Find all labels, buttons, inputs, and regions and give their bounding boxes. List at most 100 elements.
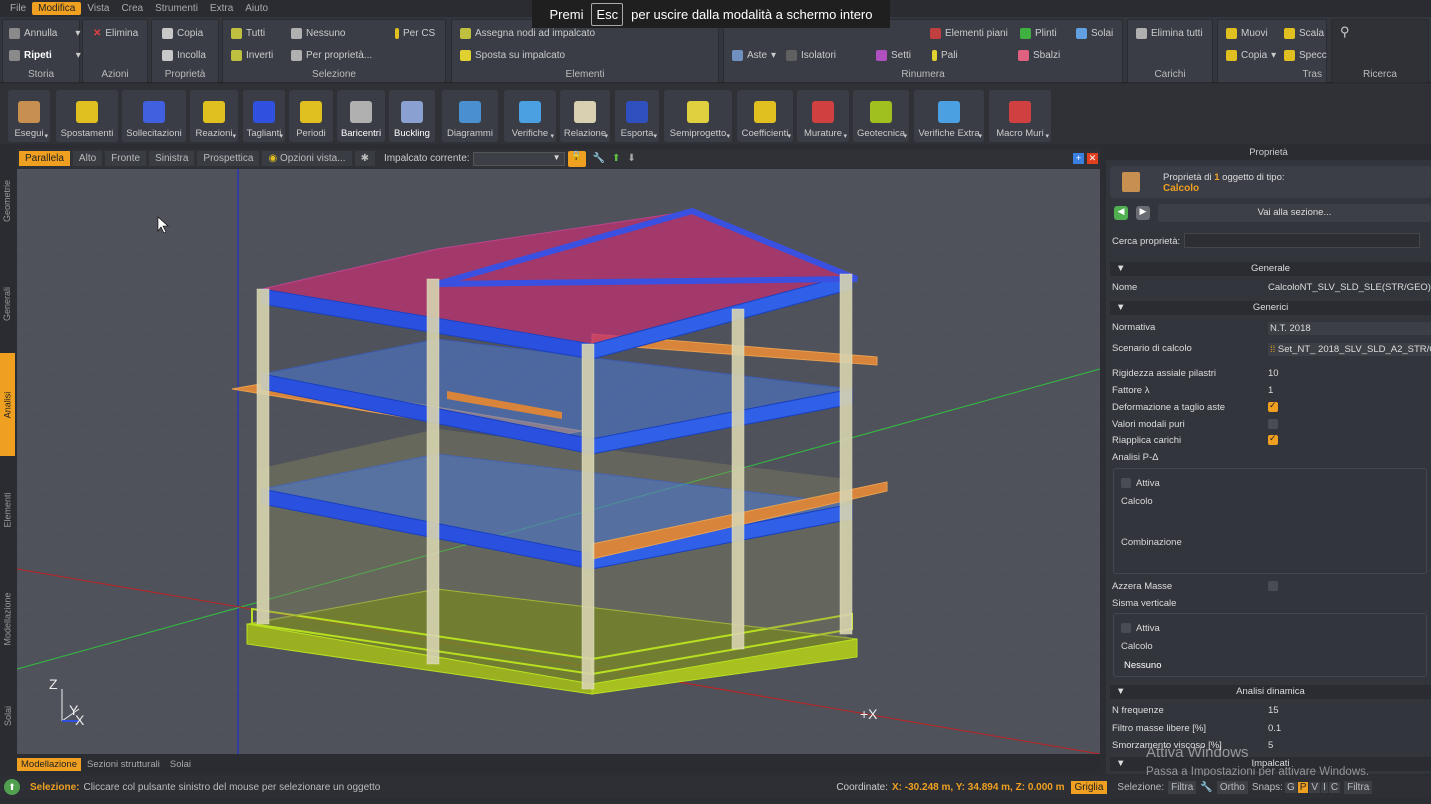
view-alto[interactable]: Alto [72,151,103,166]
filtra-button[interactable]: Filtra [1168,780,1197,794]
diagrammi-button[interactable]: Diagrammi [442,90,498,142]
back-icon[interactable]: ◀ [1114,206,1128,220]
impalcato-select[interactable]: ▼ [472,151,565,166]
menu-file[interactable]: File [4,2,32,15]
solai-button[interactable]: Solai [1076,28,1113,39]
wrench-status-icon[interactable]: 🔧 [1200,782,1212,793]
menu-vista[interactable]: Vista [81,2,115,15]
view-sinistra[interactable]: Sinistra [149,151,195,166]
copia-tras-button[interactable]: Copia ▾ [1226,50,1276,61]
section-generici[interactable]: ▼ Generici [1110,301,1431,315]
murature-button[interactable]: Murature ▾ [797,90,849,142]
incolla-button[interactable]: Incolla [162,50,206,61]
menu-aiuto[interactable]: Aiuto [239,2,274,15]
pdelta-attiva-checkbox[interactable] [1121,478,1131,488]
setti-button[interactable]: Setti [876,50,911,61]
specc-button[interactable]: Specc [1284,50,1327,61]
menu-modifica[interactable]: Modifica [32,2,82,15]
snap-c[interactable]: C [1328,781,1341,793]
macro-muri-button[interactable]: Macro Muri ▾ [989,90,1051,142]
close-view-icon[interactable]: ✕ [1087,153,1098,164]
sisma-attiva-checkbox[interactable] [1121,623,1131,633]
isolatori-button[interactable]: Isolatori [786,50,836,61]
vtab-generali[interactable]: Generali [0,256,15,352]
taglianti-button[interactable]: Taglianti ▾ [243,90,285,142]
aste-button[interactable]: Aste ▾ [732,50,776,61]
btab-modellazione[interactable]: Modellazione [17,757,81,771]
vtab-solai[interactable]: Solai [0,676,15,756]
copia-prop-button[interactable]: Copia [162,28,203,39]
verifiche-button[interactable]: Verifiche ▾ [504,90,556,142]
cerca-input[interactable] [1184,233,1420,248]
reazioni-button[interactable]: Reazioni ▾ [190,90,238,142]
elimina-button[interactable]: ✕ Elimina [93,28,138,39]
view-prospettica[interactable]: Prospettica [197,151,260,166]
snap-p[interactable]: P [1297,781,1309,793]
baricentri-button[interactable]: Baricentri [337,90,385,142]
vai-sezione-button[interactable]: Vai alla sezione... [1158,204,1431,222]
wrench-icon[interactable]: 🔧 [593,153,605,164]
btab-sezioni[interactable]: Sezioni strutturali [83,758,164,771]
azzera-checkbox[interactable] [1268,581,1278,591]
filtra2-button[interactable]: Filtra [1344,780,1373,794]
snap-i[interactable]: I [1321,781,1328,793]
section-generale[interactable]: ▼ Generale [1110,262,1431,276]
perprop-button[interactable]: Per proprietà... [291,50,372,61]
vtab-analisi[interactable]: Analisi [0,353,15,456]
vtab-modellazione[interactable]: Modellazione [0,564,15,674]
elimina-tutti-button[interactable]: Elimina tutti [1136,28,1203,39]
snap-v[interactable]: V [1309,781,1321,793]
elpiani-button[interactable]: Elementi piani [930,28,1008,39]
periodi-button[interactable]: Periodi [289,90,333,142]
muovi-button[interactable]: Muovi [1226,28,1268,39]
buckling-button[interactable]: Buckling [389,90,435,142]
sollecitazioni-icon [143,101,165,123]
view-fronte[interactable]: Fronte [105,151,147,166]
sollecitazioni-button[interactable]: Sollecitazioni [122,90,186,142]
annulla-button[interactable]: Annulla ▾ [9,28,80,39]
forward-icon[interactable]: ▶ [1136,206,1150,220]
riapplica-checkbox[interactable] [1268,433,1278,445]
sposta-button[interactable]: Sposta su impalcato [460,50,565,61]
menu-strumenti[interactable]: Strumenti [149,2,204,15]
pali-button[interactable]: Pali [932,50,958,61]
lock-icon[interactable]: 🔒 [567,150,586,167]
ortho-toggle[interactable]: Ortho [1216,780,1248,794]
percs-button[interactable]: Per CS [395,28,435,39]
nessuno-button[interactable]: Nessuno [291,28,345,39]
section-dinamica[interactable]: ▼ Analisi dinamica [1110,685,1431,699]
btab-solai[interactable]: Solai [166,758,195,771]
relazione-button[interactable]: Relazione ▾ [560,90,610,142]
menu-crea[interactable]: Crea [115,2,149,15]
griglia-toggle[interactable]: Griglia [1070,780,1108,794]
spostamenti-button[interactable]: Spostamenti [56,90,118,142]
menu-extra[interactable]: Extra [204,2,239,15]
coefficienti-button[interactable]: Coefficienti ▾ [737,90,793,142]
valori-checkbox[interactable] [1268,419,1278,429]
plinti-button[interactable]: Plinti [1020,28,1057,39]
esegui-button[interactable]: Esegui ▾ [8,90,50,142]
scala-button[interactable]: Scala [1284,28,1324,39]
assegna-button[interactable]: Assegna nodi ad impalcato [460,28,595,39]
geotecnica-button[interactable]: Geotecnica ▾ [853,90,909,142]
beam-icon [732,50,743,61]
opzioni-vista-button[interactable]: ◉ Opzioni vista... [262,151,352,166]
up-arrow-icon[interactable]: ⬆ [612,153,620,164]
tutti-button[interactable]: Tutti [231,28,265,39]
inverti-button[interactable]: Inverti [231,50,273,61]
snap-g[interactable]: G [1284,781,1297,793]
search-icon[interactable]: ⚲ [1340,24,1350,40]
vtab-elementi[interactable]: Elementi [0,458,15,562]
sbalzi-button[interactable]: Sbalzi [1018,50,1060,61]
semiprogetto-button[interactable]: Semiprogetto ▾ [664,90,732,142]
ripeti-button[interactable]: Ripeti ▾ [9,50,81,61]
esporta-button[interactable]: Esporta ▾ [615,90,659,142]
view-parallela[interactable]: Parallela [19,151,70,166]
add-view-icon[interactable]: + [1073,153,1084,164]
3d-viewport[interactable]: Z Y X +X [17,169,1100,754]
vtab-geometrie[interactable]: Geometrie [0,146,15,256]
deform-checkbox[interactable] [1268,400,1278,412]
settings-small-icon[interactable]: ✱ [354,151,375,166]
down-arrow-icon[interactable]: ⬇ [627,153,635,164]
verifiche-extra-button[interactable]: Verifiche Extra ▾ [914,90,984,142]
